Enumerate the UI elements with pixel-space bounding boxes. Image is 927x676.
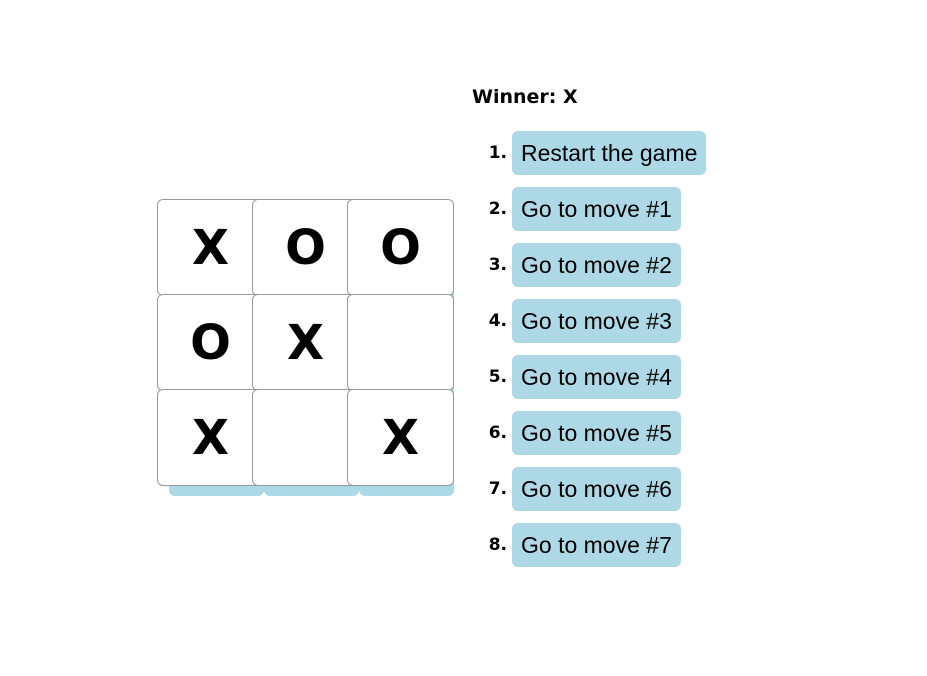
square-2: O <box>347 199 454 306</box>
square-button-8[interactable]: X <box>347 389 454 486</box>
move-item: 5. Go to move #4 <box>472 355 706 399</box>
square-1: O <box>252 199 359 306</box>
square-6: X <box>157 389 264 496</box>
move-number: 6. <box>488 423 507 443</box>
square-7 <box>252 389 359 496</box>
square-button-7[interactable] <box>252 389 359 486</box>
square-button-4[interactable]: X <box>252 294 359 391</box>
move-history-list: 1. Restart the game 2. Go to move #1 3. … <box>472 131 707 579</box>
square-5 <box>347 294 454 401</box>
square-button-5[interactable] <box>347 294 454 391</box>
square-button-2[interactable]: O <box>347 199 454 296</box>
move-item: 1. Restart the game <box>472 131 707 175</box>
square-button-1[interactable]: O <box>252 199 359 296</box>
square-0: X <box>157 199 264 306</box>
move-number: 5. <box>488 367 507 387</box>
go-to-move-4-button[interactable]: Go to move #4 <box>512 355 681 399</box>
move-number: 2. <box>488 199 507 219</box>
move-item: 7. Go to move #6 <box>472 467 706 511</box>
go-to-move-5-button[interactable]: Go to move #5 <box>512 411 681 455</box>
move-number: 1. <box>488 143 507 163</box>
move-item: 6. Go to move #5 <box>472 411 706 455</box>
go-to-move-3-button[interactable]: Go to move #3 <box>512 299 681 343</box>
square-3: O <box>157 294 264 401</box>
game-status: Winner: X <box>472 86 578 108</box>
square-button-6[interactable]: X <box>157 389 264 486</box>
move-number: 7. <box>488 479 507 499</box>
square-8: X <box>347 389 454 496</box>
square-4: X <box>252 294 359 401</box>
move-item: 4. Go to move #3 <box>472 299 706 343</box>
move-item: 2. Go to move #1 <box>472 187 706 231</box>
square-button-0[interactable]: X <box>157 199 264 296</box>
game-board: X O O O X X X <box>157 199 454 496</box>
go-to-move-7-button[interactable]: Go to move #7 <box>512 523 681 567</box>
move-item: 3. Go to move #2 <box>472 243 706 287</box>
move-number: 3. <box>488 255 507 275</box>
restart-game-button[interactable]: Restart the game <box>512 131 707 175</box>
move-number: 4. <box>488 311 507 331</box>
move-item: 8. Go to move #7 <box>472 523 706 567</box>
move-number: 8. <box>488 535 507 555</box>
go-to-move-2-button[interactable]: Go to move #2 <box>512 243 681 287</box>
square-button-3[interactable]: O <box>157 294 264 391</box>
go-to-move-6-button[interactable]: Go to move #6 <box>512 467 681 511</box>
go-to-move-1-button[interactable]: Go to move #1 <box>512 187 681 231</box>
